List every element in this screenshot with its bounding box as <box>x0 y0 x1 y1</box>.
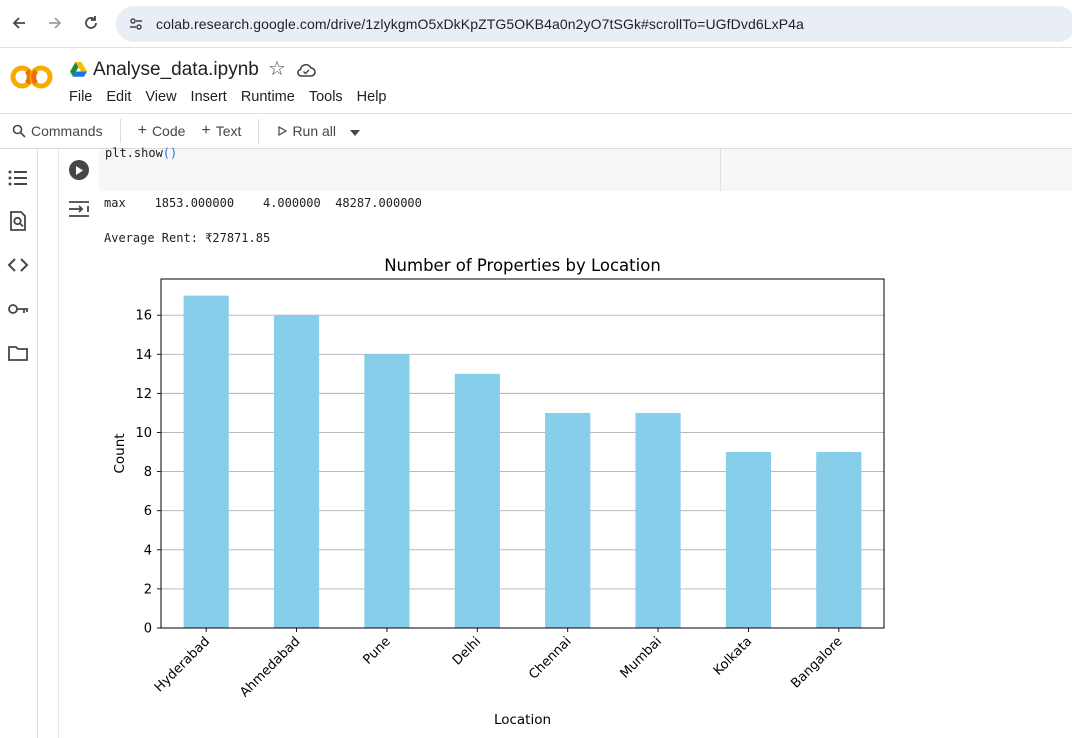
menu-bar: File Edit View Insert Runtime Tools Help <box>69 89 401 105</box>
code-label: Code <box>151 123 186 139</box>
output-actions-icon[interactable] <box>68 200 90 218</box>
x-tick-label: Mumbai <box>618 634 665 681</box>
y-tick-label: 6 <box>144 504 152 519</box>
y-tick-label: 10 <box>135 426 152 441</box>
code-parens: () <box>162 146 178 160</box>
play-icon <box>278 126 288 136</box>
bar-chennai <box>545 412 591 628</box>
y-tick-label: 12 <box>135 387 152 402</box>
run-all-label: Run all <box>292 123 337 139</box>
output-average-rent: Average Rent: ₹27871.85 <box>104 231 271 245</box>
colab-logo-icon[interactable] <box>10 62 54 92</box>
y-tick-label: 14 <box>135 348 152 363</box>
menu-insert[interactable]: Insert <box>191 89 227 105</box>
menu-view[interactable]: View <box>145 89 176 105</box>
plus-icon: + <box>201 122 211 139</box>
y-tick-label: 0 <box>144 622 152 637</box>
code-text: plt.show <box>105 146 163 160</box>
y-tick-label: 2 <box>144 582 152 597</box>
commands-label: Commands <box>31 123 103 139</box>
x-axis-label: Location <box>494 712 551 728</box>
left-sidebar <box>0 149 38 738</box>
code-editor-divider <box>720 149 721 191</box>
table-of-contents-icon[interactable] <box>7 167 29 189</box>
add-text-button[interactable]: + Text <box>201 122 241 140</box>
notebook-toolbar: Commands + Code + Text Run all <box>0 113 1072 149</box>
bar-hyderabad <box>183 295 229 628</box>
bar-pune <box>364 354 410 628</box>
menu-edit[interactable]: Edit <box>106 89 131 105</box>
url-text: colab.research.google.com/drive/1zlykgmO… <box>156 16 804 32</box>
back-arrow-icon[interactable] <box>8 12 30 34</box>
y-axis-label: Count <box>112 433 128 473</box>
bar-ahmedabad <box>273 315 320 628</box>
y-tick-label: 8 <box>144 465 152 480</box>
toolbar-divider <box>119 119 121 143</box>
menu-runtime[interactable]: Runtime <box>241 89 295 105</box>
menu-tools[interactable]: Tools <box>309 89 343 105</box>
bar-kolkata <box>725 452 772 628</box>
files-folder-icon[interactable] <box>7 342 29 364</box>
bar-mumbai <box>635 412 681 628</box>
star-icon[interactable]: ☆ <box>268 59 286 79</box>
play-icon <box>76 165 83 175</box>
search-icon <box>12 124 26 138</box>
run-cell-button[interactable] <box>69 160 89 180</box>
browser-bar: colab.research.google.com/drive/1zlykgmO… <box>0 0 1072 48</box>
cell-gutter <box>58 149 59 738</box>
y-tick-label: 4 <box>144 543 152 558</box>
run-all-button[interactable]: Run all <box>277 123 336 139</box>
x-tick-label: Pune <box>360 634 393 667</box>
menu-help[interactable]: Help <box>357 89 387 105</box>
site-settings-icon[interactable] <box>116 15 156 33</box>
commands-button[interactable]: Commands <box>12 123 103 139</box>
find-icon[interactable] <box>7 210 29 232</box>
x-tick-label: Ahmedabad <box>237 634 303 700</box>
toolbar-divider <box>258 119 260 143</box>
output-stats-line: max 1853.000000 4.000000 48287.000000 <box>104 196 422 210</box>
x-tick-label: Hyderabad <box>152 634 213 695</box>
x-tick-label: Bangalore <box>788 634 845 691</box>
menu-file[interactable]: File <box>69 89 92 105</box>
code-snippets-icon[interactable] <box>7 254 29 276</box>
x-tick-label: Kolkata <box>711 634 755 678</box>
forward-arrow-icon[interactable] <box>44 12 66 34</box>
bar-bangalore <box>816 452 862 628</box>
bar-delhi <box>454 373 500 628</box>
plot-frame <box>160 278 885 629</box>
google-drive-icon <box>70 62 87 77</box>
plus-icon: + <box>137 122 147 139</box>
cloud-sync-icon[interactable] <box>296 62 316 78</box>
y-tick-label: 16 <box>135 309 152 324</box>
secrets-key-icon[interactable] <box>7 298 29 320</box>
run-all-dropdown-icon[interactable] <box>350 123 361 139</box>
code-line[interactable]: plt.show() <box>105 146 177 160</box>
text-label: Text <box>215 123 242 139</box>
reload-icon[interactable] <box>80 12 102 34</box>
bar-chart: Number of Properties by Location 0 2 4 6 8 10 1… <box>112 256 885 728</box>
code-editor[interactable] <box>99 149 1072 191</box>
notebook-header: Analyse_data.ipynb ☆ File Edit View Inse… <box>0 48 1072 113</box>
add-code-button[interactable]: + Code <box>138 122 186 140</box>
notebook-title[interactable]: Analyse_data.ipynb <box>93 59 259 81</box>
x-tick-label: Delhi <box>450 634 484 668</box>
x-tick-label: Chennai <box>526 634 574 682</box>
chart-title: Number of Properties by Location <box>384 256 661 275</box>
address-bar[interactable]: colab.research.google.com/drive/1zlykgmO… <box>116 6 1072 42</box>
